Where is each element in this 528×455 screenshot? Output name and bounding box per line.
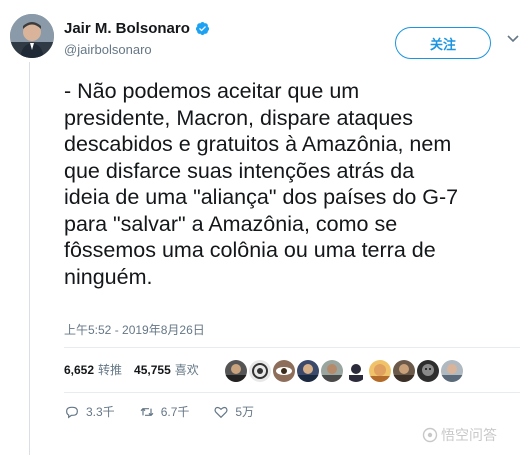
like-button[interactable]: 5万 xyxy=(213,403,254,420)
divider xyxy=(64,347,520,348)
tweet-line: para "salvar" a Amazônia, como se xyxy=(64,211,398,236)
tweet-timestamp[interactable]: 上午5:52 - 2019年8月26日 xyxy=(64,321,205,338)
likes-label[interactable]: 喜欢 xyxy=(175,361,199,378)
liker-avatar[interactable] xyxy=(273,360,295,382)
tweet-actions: 3.3千 6.7千 5万 xyxy=(64,403,278,420)
thread-line xyxy=(29,62,30,455)
reply-icon xyxy=(66,406,78,419)
author-handle[interactable]: @jairbolsonaro xyxy=(64,42,152,57)
retweets-count[interactable]: 6,652 xyxy=(64,363,94,377)
liker-avatar[interactable] xyxy=(297,360,319,382)
heart-icon xyxy=(214,406,228,418)
author-name-text[interactable]: Jair M. Bolsonaro xyxy=(64,20,190,37)
tweet-line: que disfarce suas intenções atrás da xyxy=(64,158,415,183)
retweet-icon xyxy=(140,407,154,416)
watermark-text: 悟空问答 xyxy=(441,427,497,443)
tweet-text: - Não podemos aceitar que um presidente,… xyxy=(64,78,524,290)
divider xyxy=(64,392,520,393)
tweet-line: descabidos e gratuitos à Amazônia, nem xyxy=(64,132,452,156)
liker-avatar[interactable] xyxy=(345,360,367,382)
author-name[interactable]: Jair M. Bolsonaro xyxy=(64,20,210,37)
author-avatar[interactable] xyxy=(10,14,54,58)
likes-count[interactable]: 45,755 xyxy=(134,363,171,377)
like-count: 5万 xyxy=(235,405,255,419)
verified-badge-icon xyxy=(195,21,209,36)
liker-avatar[interactable] xyxy=(393,360,415,382)
tweet-line: - Não podemos aceitar que um xyxy=(64,79,360,103)
retweet-count: 6.7千 xyxy=(160,405,190,419)
reply-button[interactable]: 3.3千 xyxy=(64,403,115,420)
liker-avatar[interactable] xyxy=(441,360,463,382)
liker-avatar[interactable] xyxy=(321,360,343,382)
chevron-down-icon[interactable] xyxy=(505,30,521,46)
tweet-line: ninguém. xyxy=(64,264,153,289)
liker-avatar[interactable] xyxy=(225,360,247,382)
watermark-logo-icon xyxy=(422,427,438,443)
liker-avatar[interactable] xyxy=(249,360,271,382)
tweet-line: presidente, Macron, dispare ataques xyxy=(64,105,413,130)
follow-button[interactable]: 关注 xyxy=(395,27,491,59)
reply-count: 3.3千 xyxy=(86,405,115,419)
retweet-button[interactable]: 6.7千 xyxy=(139,403,190,420)
liker-avatar[interactable] xyxy=(417,360,439,382)
liker-avatar[interactable] xyxy=(369,360,391,382)
watermark: 悟空问答 xyxy=(422,425,497,445)
retweets-label[interactable]: 转推 xyxy=(98,361,122,378)
tweet-line: fôssemos uma colônia ou uma terra de xyxy=(64,238,436,262)
tweet-line: ideia de uma "aliança" dos países do G-7 xyxy=(64,185,459,209)
tweet-stats: 6,652 转推 45,755 喜欢 xyxy=(64,361,199,378)
liker-avatars xyxy=(225,360,463,382)
